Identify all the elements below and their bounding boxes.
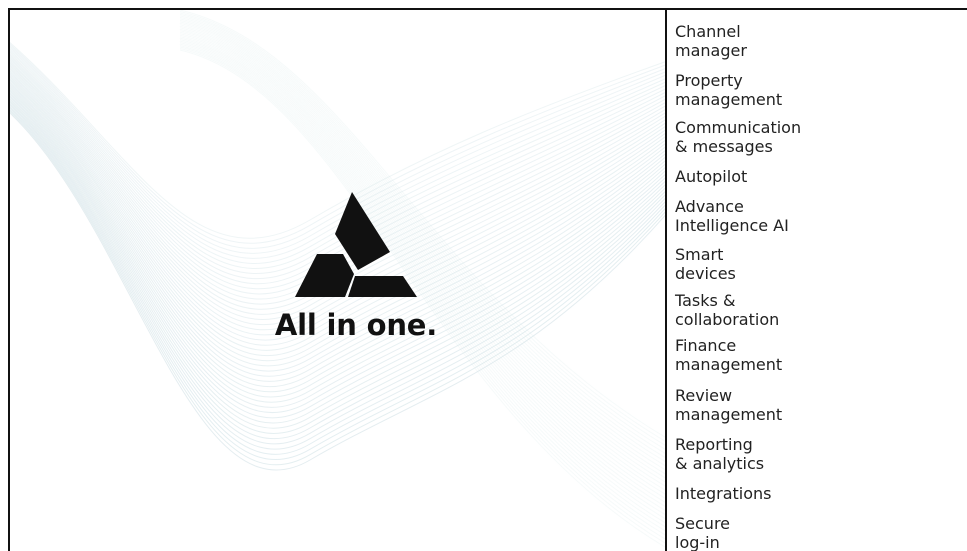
wave-line <box>179 18 665 462</box>
feature-autopilot[interactable]: Autopilot <box>675 167 747 186</box>
feature-review-management[interactable]: Review management <box>675 386 782 424</box>
feature-property-management[interactable]: Property management <box>675 71 782 109</box>
feature-list: Channel manager Property management Comm… <box>675 14 967 551</box>
hero-tagline: All in one. <box>274 308 438 342</box>
wave-line <box>179 21 665 471</box>
feature-channel-manager[interactable]: Channel manager <box>675 22 747 60</box>
feature-integrations[interactable]: Integrations <box>675 484 772 503</box>
feature-communication-messages[interactable]: Communication & messages <box>675 118 801 156</box>
hero-panel: All in one. <box>10 10 665 551</box>
app-frame: All in one. Channel manager Property man… <box>8 8 967 551</box>
feature-tasks-collaboration[interactable]: Tasks & collaboration <box>675 291 779 329</box>
feature-advance-intelligence-ai[interactable]: Advance Intelligence AI <box>675 197 789 235</box>
wave-line <box>179 25 665 483</box>
feature-finance-management[interactable]: Finance management <box>675 336 782 374</box>
panel-divider <box>665 10 667 551</box>
feature-secure-log-in[interactable]: Secure log-in <box>675 514 730 551</box>
feature-reporting-analytics[interactable]: Reporting & analytics <box>675 435 764 473</box>
feature-smart-devices[interactable]: Smart devices <box>675 245 736 283</box>
wave-line <box>179 22 665 475</box>
tri-blade-logo-icon <box>295 192 417 297</box>
